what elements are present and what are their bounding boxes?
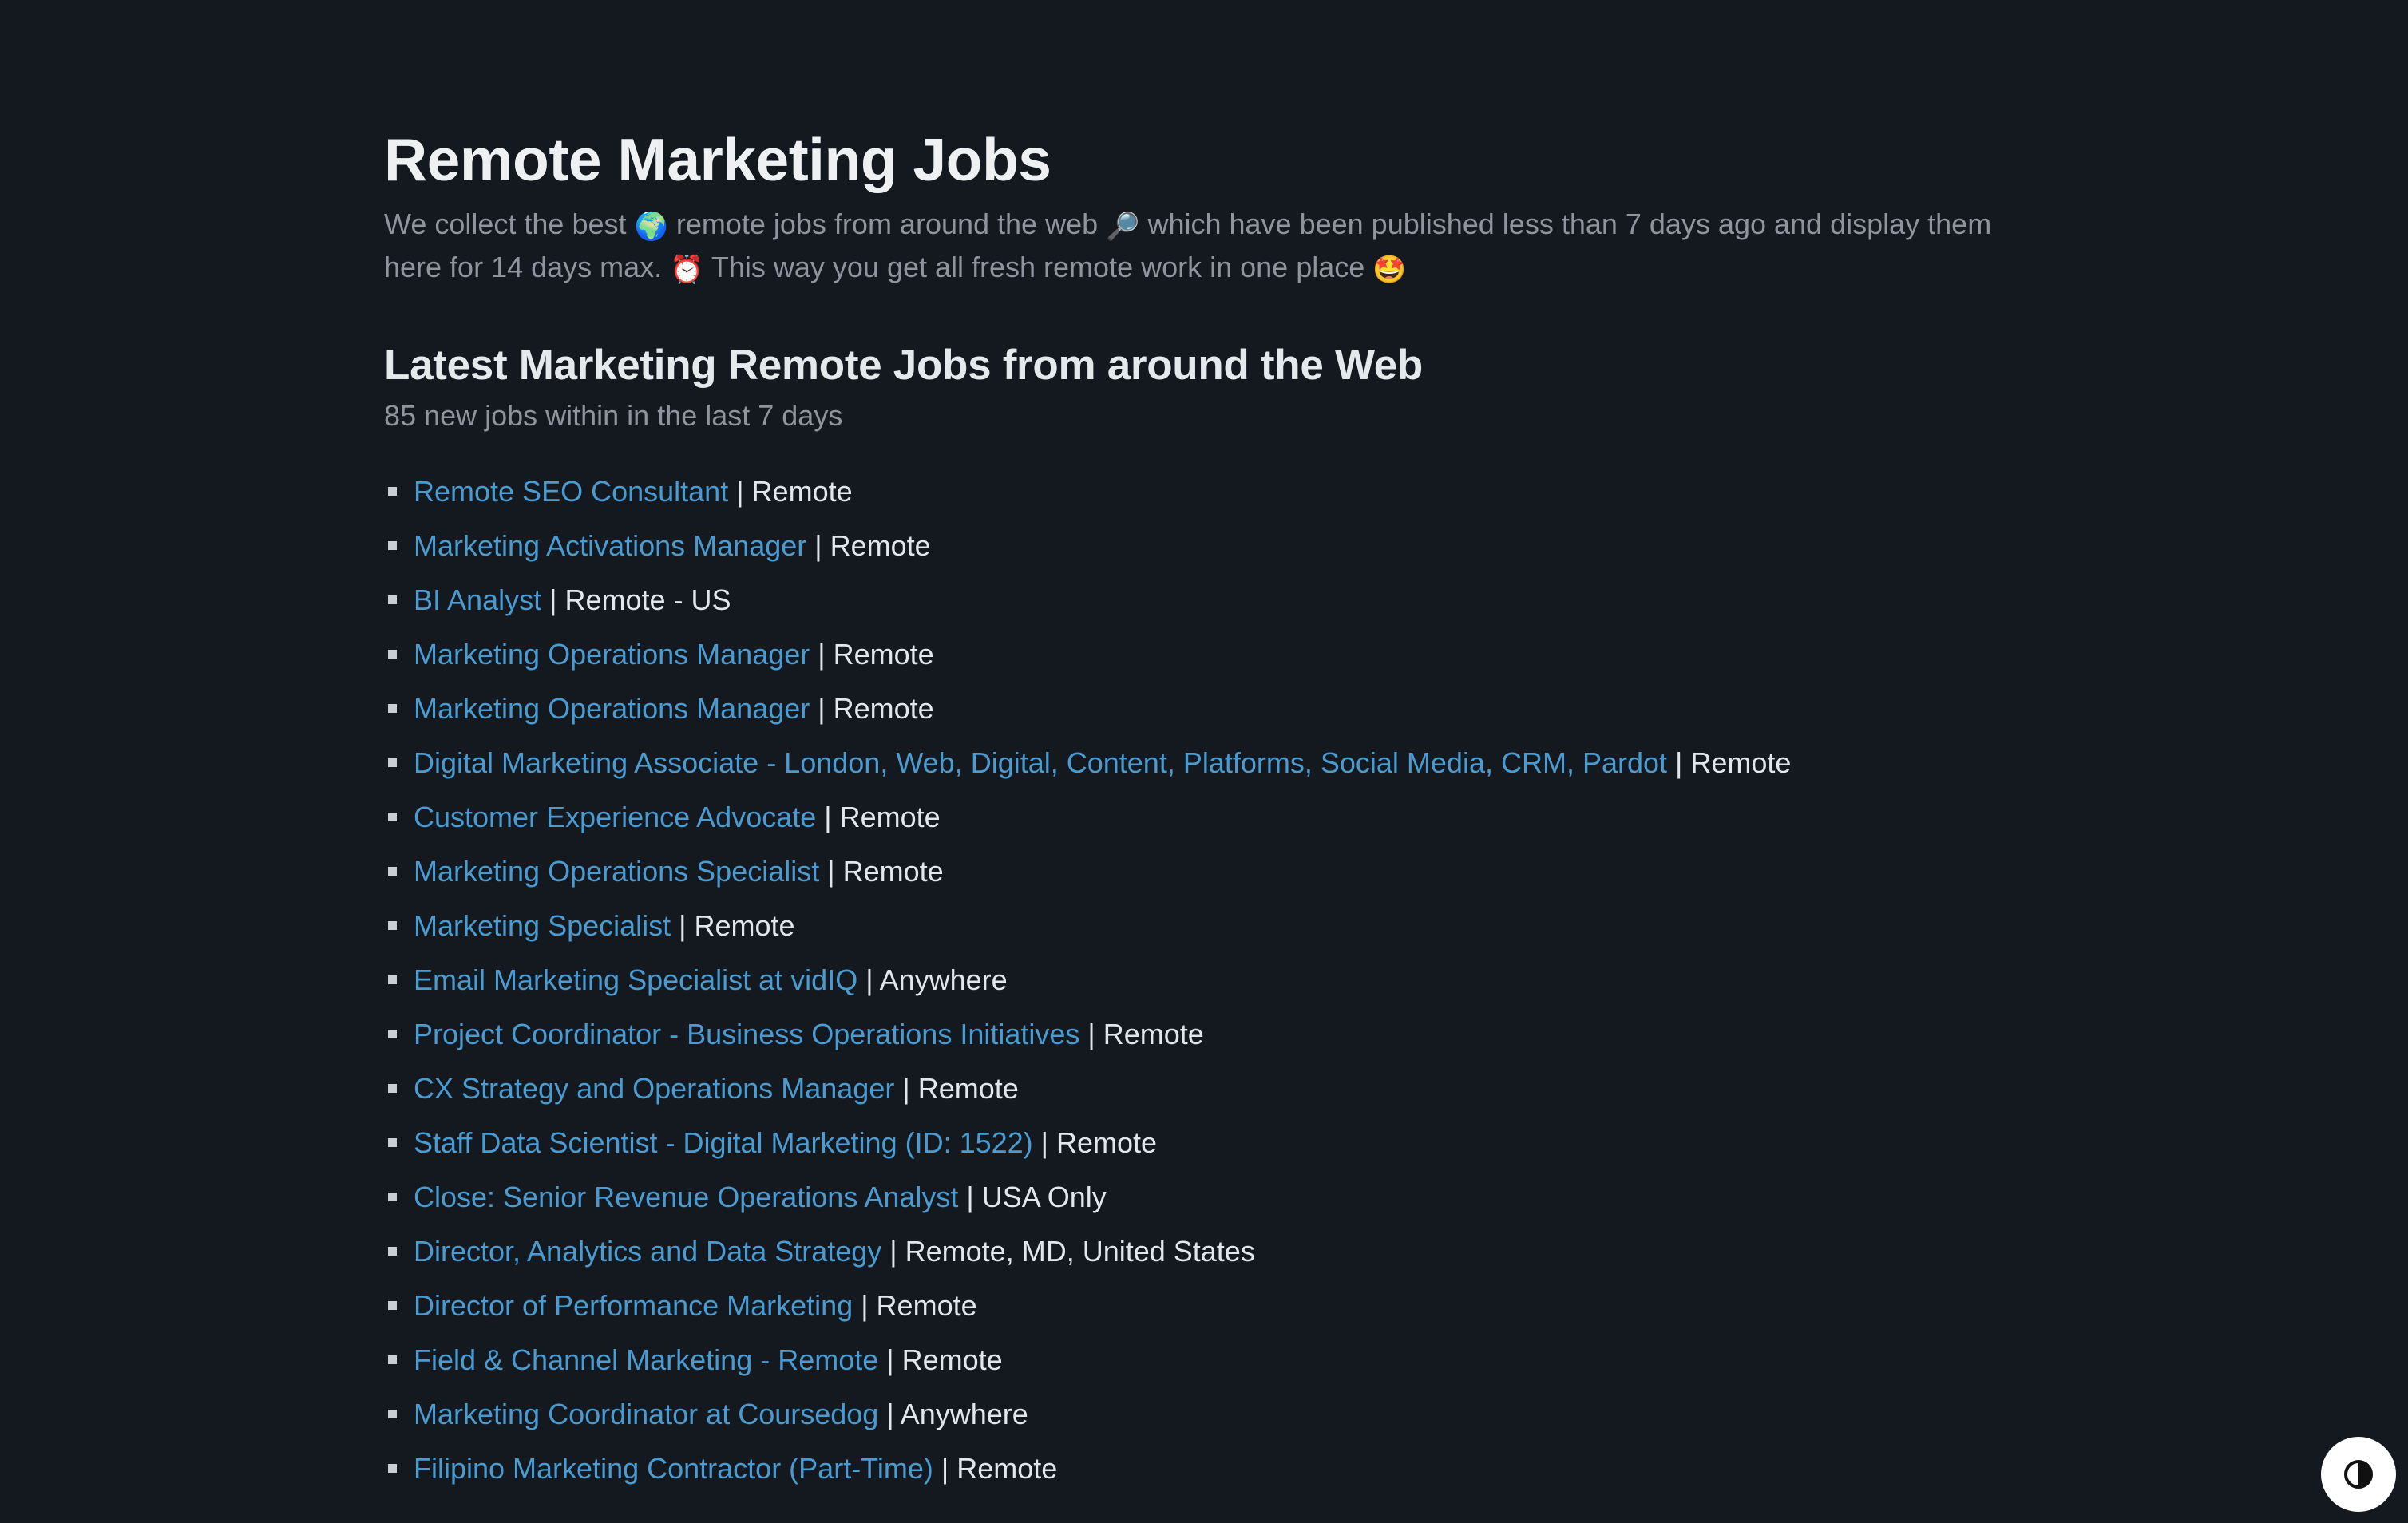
page-title: Remote Marketing Jobs [384,126,1052,193]
bullet-icon [388,704,397,713]
job-title-link[interactable]: Marketing Operations Manager [414,692,810,725]
intro-part-1: We collect the best [384,208,635,240]
job-title-link[interactable]: Email Marketing Specialist at vidIQ [414,963,857,996]
job-location: | Remote [1079,1018,1204,1050]
job-title-link[interactable]: Marketing Coordinator at Coursedog [414,1398,878,1430]
job-location: | Remote [1667,746,1792,779]
star-struck-icon: 🤩 [1372,255,1407,285]
job-title-link[interactable]: Marketing Activations Manager [414,529,806,562]
theme-toggle-button[interactable] [2321,1437,2396,1512]
intro-part-4: This way you get all fresh remote work i… [703,251,1373,283]
job-list-item: Marketing Operations Manager | Remote [384,634,1997,688]
job-location: | Remote [933,1452,1058,1485]
job-title-link[interactable]: Marketing Specialist [414,909,671,942]
job-list-item: CX Strategy and Operations Manager | Rem… [384,1068,1997,1122]
magnifier-icon: 🔎 [1106,212,1140,242]
job-location: | Remote [728,475,853,508]
job-list-item: Marketing Specialist | Remote [384,905,1997,959]
main-content: Remote Marketing Jobs We collect the bes… [384,120,1997,1502]
job-list-item: Marketing Coordinator at Coursedog | Any… [384,1394,1997,1448]
job-location: | Remote [819,855,944,888]
bullet-icon [388,1301,397,1310]
job-list-item: Field & Channel Marketing - Remote | Rem… [384,1339,1997,1394]
job-location: | Remote [853,1289,977,1322]
bullet-icon [388,758,397,767]
job-title-link[interactable]: Close: Senior Revenue Operations Analyst [414,1181,958,1213]
job-list-item: Staff Data Scientist - Digital Marketing… [384,1122,1997,1177]
job-list-item: Project Coordinator - Business Operation… [384,1014,1997,1068]
bullet-icon [388,921,397,930]
job-title-link[interactable]: Project Coordinator - Business Operation… [414,1018,1079,1050]
job-location: | Remote [894,1072,1019,1105]
page: Remote Marketing Jobs We collect the bes… [0,0,2408,1523]
job-list-item: Digital Marketing Associate - London, We… [384,742,1997,797]
job-title-link[interactable]: Customer Experience Advocate [414,801,816,833]
bullet-icon [388,541,397,550]
bullet-icon [388,1355,397,1364]
job-location: | USA Only [958,1181,1107,1213]
job-list-item: Marketing Operations Manager | Remote [384,688,1997,742]
bullet-icon [388,487,397,496]
globe-icon: 🌍 [634,212,668,242]
job-list-item: Close: Senior Revenue Operations Analyst… [384,1177,1997,1231]
bullet-icon [388,1030,397,1038]
job-title-link[interactable]: BI Analyst [414,583,541,616]
job-title-link[interactable]: Remote SEO Consultant [414,475,728,508]
job-list-item: BI Analyst | Remote - US [384,580,1997,634]
job-title-link[interactable]: Field & Channel Marketing - Remote [414,1343,878,1376]
job-location: | Anywhere [857,963,1008,996]
job-title-link[interactable]: Marketing Operations Manager [414,638,810,671]
bullet-icon [388,595,397,604]
job-title-link[interactable]: Director, Analytics and Data Strategy [414,1235,881,1268]
job-location: | Remote [806,529,931,562]
job-title-link[interactable]: Filipino Marketing Contractor (Part-Time… [414,1452,933,1485]
bullet-icon [388,1193,397,1201]
bullet-icon [388,975,397,984]
intro-text: We collect the best 🌍 remote jobs from a… [384,203,1997,289]
job-list-item: Email Marketing Specialist at vidIQ | An… [384,959,1997,1014]
bullet-icon [388,867,397,876]
contrast-icon [2344,1460,2373,1489]
bullet-icon [388,1138,397,1147]
job-location: | Remote [671,909,795,942]
job-list-item: Filipino Marketing Contractor (Part-Time… [384,1448,1997,1502]
job-location: | Remote [878,1343,1003,1376]
intro-part-2: remote jobs from around the web [667,208,1107,240]
job-location: | Remote, MD, United States [881,1235,1255,1268]
job-list: Remote SEO Consultant | Remote Marketing … [384,471,1997,1502]
job-location: | Anywhere [878,1398,1028,1430]
job-title-link[interactable]: CX Strategy and Operations Manager [414,1072,894,1105]
bullet-icon [388,813,397,821]
job-title-link[interactable]: Digital Marketing Associate - London, We… [414,746,1667,779]
job-location: | Remote [816,801,941,833]
bullet-icon [388,650,397,659]
job-list-item: Director, Analytics and Data Strategy | … [384,1231,1997,1285]
job-location: | Remote [810,692,934,725]
job-title-link[interactable]: Director of Performance Marketing [414,1289,853,1322]
bullet-icon [388,1410,397,1418]
job-list-item: Marketing Operations Specialist | Remote [384,851,1997,905]
job-list-item: Remote SEO Consultant | Remote [384,471,1997,525]
alarm-clock-icon: ⏰ [670,255,704,285]
job-list-item: Customer Experience Advocate | Remote [384,797,1997,851]
job-location: | Remote [1032,1126,1158,1159]
job-title-link[interactable]: Marketing Operations Specialist [414,855,819,888]
job-count: 85 new jobs within in the last 7 days [384,399,843,432]
job-location: | Remote - US [541,583,731,616]
job-list-item: Director of Performance Marketing | Remo… [384,1285,1997,1339]
bullet-icon [388,1247,397,1256]
bullet-icon [388,1464,397,1473]
job-title-link[interactable]: Staff Data Scientist - Digital Marketing… [414,1126,1033,1159]
bullet-icon [388,1084,397,1093]
job-list-item: Marketing Activations Manager | Remote [384,525,1997,580]
job-location: | Remote [810,638,934,671]
section-title: Latest Marketing Remote Jobs from around… [384,342,1423,389]
